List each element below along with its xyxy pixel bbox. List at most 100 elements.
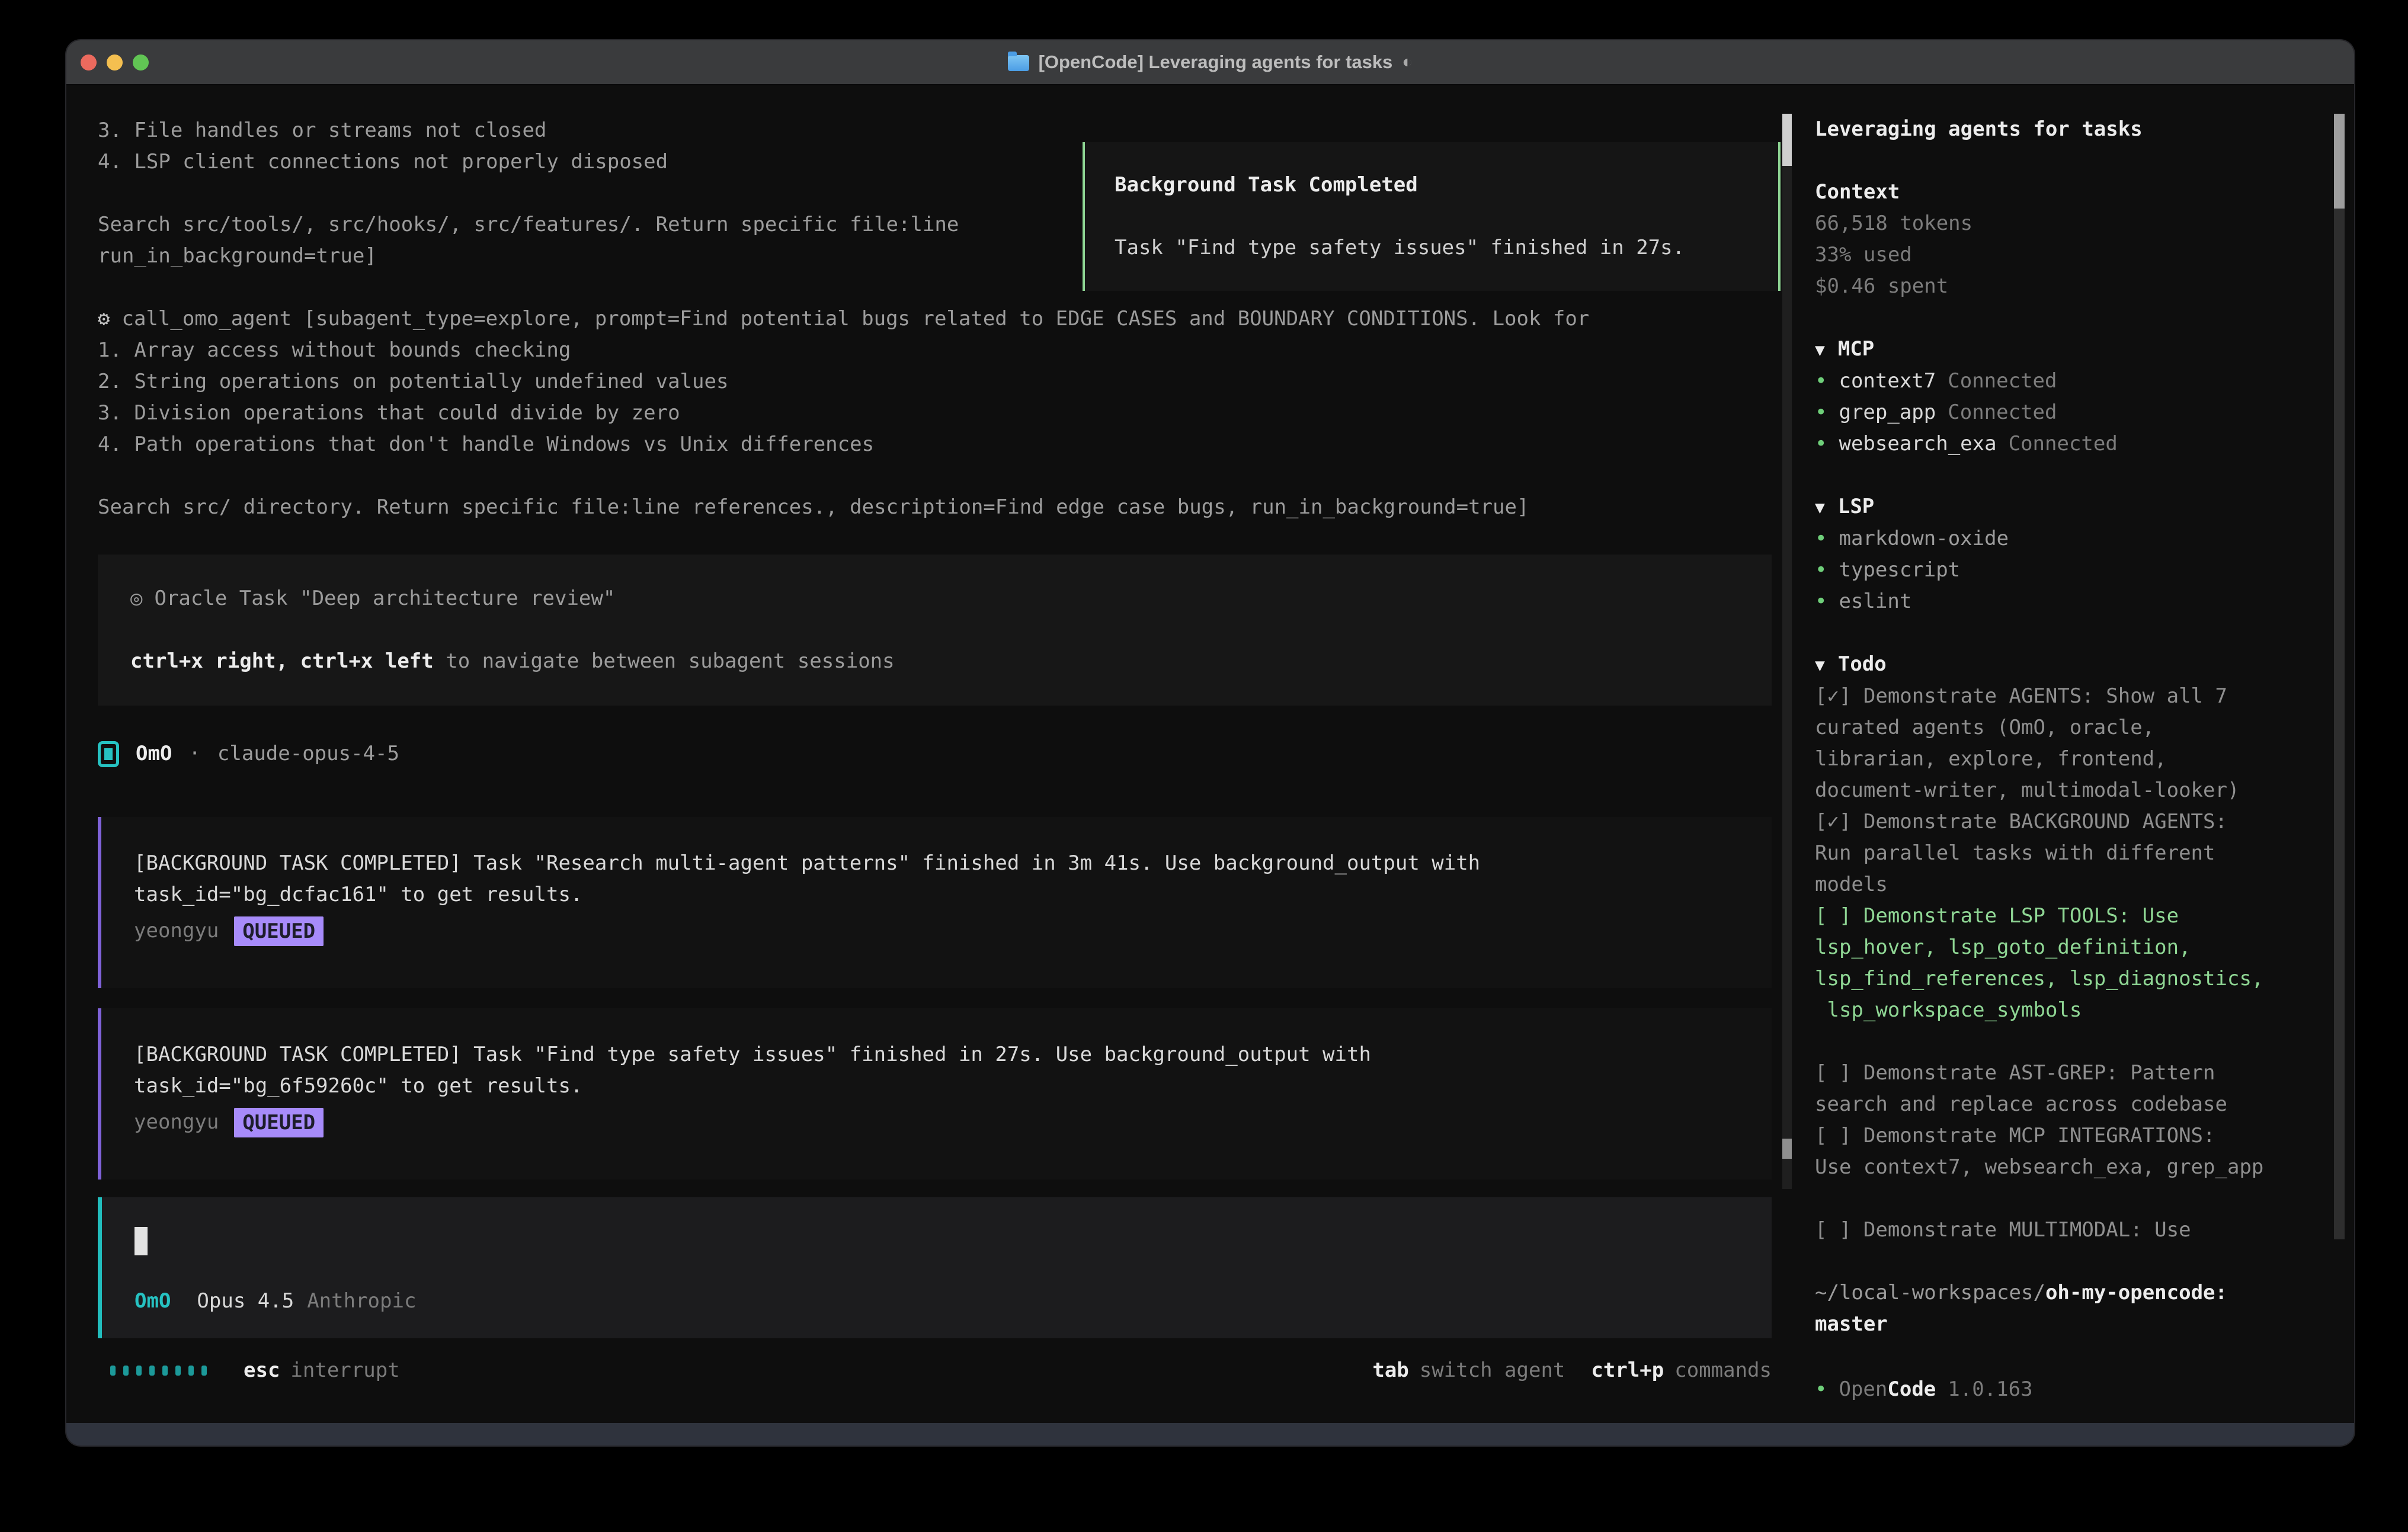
tool-call-message: ⚙call_omo_agent [subagent_type=explore, … bbox=[98, 303, 1740, 523]
hint-description: to navigate between subagent sessions bbox=[434, 649, 895, 673]
chat-scrollbar-thumb-bottom[interactable] bbox=[1782, 1139, 1792, 1159]
subagent-nav-hint: ctrl+x right, ctrl+x left to navigate be… bbox=[130, 646, 1739, 677]
chat-scrollbar-track[interactable] bbox=[1782, 114, 1792, 1189]
task-author: yeongyu bbox=[134, 915, 219, 947]
status-dot-icon: • bbox=[1815, 397, 1827, 428]
status-dot-icon: • bbox=[1815, 428, 1827, 460]
title-bar: [OpenCode] Leveraging agents for tasks ◐ bbox=[66, 40, 2354, 85]
activity-dots-indicator bbox=[110, 1366, 207, 1376]
chat-pane: 3. File handles or streams not closed 4.… bbox=[66, 85, 1801, 1423]
agent-model: claude-opus-4-5 bbox=[217, 738, 399, 770]
esc-key-hint: esc bbox=[244, 1355, 280, 1386]
mcp-section-header[interactable]: ▼MCP bbox=[1815, 334, 2277, 366]
folder-icon bbox=[1008, 55, 1029, 71]
mcp-status: Connected bbox=[2009, 428, 2118, 460]
agent-header: OmO · claude-opus-4-5 bbox=[98, 738, 1801, 770]
tab-key-hint: tab bbox=[1372, 1355, 1408, 1386]
dot-separator: · bbox=[188, 738, 200, 770]
chevron-down-icon: ▼ bbox=[1815, 340, 1825, 360]
context-used: 33% used bbox=[1815, 239, 2277, 271]
oracle-task-panel: ◎Oracle Task "Deep architecture review" … bbox=[98, 555, 1772, 706]
window-title: [OpenCode] Leveraging agents for tasks bbox=[1039, 52, 1393, 73]
lsp-section: ▼LSP • markdown-oxide • typescript • esl… bbox=[1815, 491, 2277, 617]
background-task-toast[interactable]: Background Task Completed Task "Find typ… bbox=[1083, 142, 1781, 291]
context-spent: $0.46 spent bbox=[1815, 271, 2277, 302]
lsp-item: • markdown-oxide bbox=[1815, 523, 2277, 555]
mcp-name: context7 bbox=[1839, 366, 1936, 397]
ctrlp-key-label: commands bbox=[1674, 1355, 1772, 1386]
opencode-terminal-window: [OpenCode] Leveraging agents for tasks ◐… bbox=[66, 40, 2354, 1446]
workspace-path: ~/local-workspaces/oh-my-opencode:master bbox=[1815, 1277, 2289, 1340]
status-dot-icon: • bbox=[1815, 555, 1827, 586]
window-bottom-bar bbox=[66, 1423, 2354, 1446]
todo-section-header[interactable]: ▼Todo bbox=[1815, 649, 2277, 681]
status-bar: esc interrupt tab switch agent ctrl+p co… bbox=[98, 1355, 1772, 1386]
session-title: Leveraging agents for tasks bbox=[1815, 114, 2277, 145]
window-title-group: [OpenCode] Leveraging agents for tasks ◐ bbox=[1008, 52, 1413, 73]
sidebar-scrollbar-track[interactable] bbox=[2334, 114, 2345, 1239]
agent-name: OmO bbox=[136, 738, 172, 770]
toast-body: Task "Find type safety issues" finished … bbox=[1115, 232, 1749, 264]
input-model-name: Opus 4.5 bbox=[197, 1286, 294, 1317]
context-tokens: 66,518 tokens bbox=[1815, 208, 2277, 239]
status-dot-icon: • bbox=[1815, 1374, 1827, 1405]
lsp-item: • eslint bbox=[1815, 586, 2277, 617]
mcp-section: ▼MCP • context7 Connected • grep_app Con… bbox=[1815, 334, 2277, 460]
status-dot-icon: • bbox=[1815, 366, 1827, 397]
lsp-name: eslint bbox=[1839, 586, 1911, 617]
chevron-down-icon: ▼ bbox=[1815, 498, 1825, 517]
close-window-button[interactable] bbox=[81, 55, 97, 70]
lsp-name: typescript bbox=[1839, 555, 1960, 586]
gear-icon: ⚙ bbox=[98, 307, 110, 331]
task-message-text: [BACKGROUND TASK COMPLETED] Task "Resear… bbox=[134, 848, 1739, 911]
input-meta-row: OmO Opus 4.5 Anthropic bbox=[135, 1286, 1739, 1317]
toast-title: Background Task Completed bbox=[1115, 169, 1749, 201]
context-section: Context 66,518 tokens 33% used $0.46 spe… bbox=[1815, 177, 2277, 302]
oracle-icon: ◎ bbox=[130, 586, 142, 610]
todo-section: ▼Todo [✓] Demonstrate AGENTS: Show all 7… bbox=[1815, 649, 2277, 1246]
lsp-name: markdown-oxide bbox=[1839, 523, 2009, 555]
app-version-number: 1.0.163 bbox=[1948, 1374, 2032, 1405]
agent-checkbox-icon bbox=[98, 741, 119, 767]
todo-item: [ ] Demonstrate AST-GREP: Pattern search… bbox=[1815, 1057, 2277, 1120]
mcp-item: • grep_app Connected bbox=[1815, 397, 2277, 428]
app-version-row: • OpenCode 1.0.163 bbox=[1815, 1374, 2033, 1405]
input-provider-name: Anthropic bbox=[307, 1286, 416, 1317]
todo-item: [ ] Demonstrate LSP TOOLS: Use lsp_hover… bbox=[1815, 900, 2277, 1026]
input-agent-name: OmO bbox=[135, 1286, 171, 1317]
half-moon-busy-icon: ◐ bbox=[1402, 52, 1413, 72]
todo-item: [✓] Demonstrate BACKGROUND AGENTS: Run p… bbox=[1815, 806, 2277, 900]
window-controls bbox=[81, 40, 149, 84]
prompt-input-line[interactable] bbox=[135, 1225, 1739, 1256]
status-dot-icon: • bbox=[1815, 586, 1827, 617]
context-heading: Context bbox=[1815, 177, 2277, 208]
background-task-message: [BACKGROUND TASK COMPLETED] Task "Find t… bbox=[98, 1008, 1772, 1180]
mcp-name: websearch_exa bbox=[1839, 428, 1996, 460]
lsp-section-header[interactable]: ▼LSP bbox=[1815, 491, 2277, 523]
mcp-status: Connected bbox=[1948, 366, 2057, 397]
workspace-path-prefix: ~/local-workspaces/ bbox=[1815, 1281, 2045, 1305]
esc-key-label: interrupt bbox=[290, 1355, 399, 1386]
task-message-text: [BACKGROUND TASK COMPLETED] Task "Find t… bbox=[134, 1039, 1739, 1102]
queued-status-badge: QUEUED bbox=[234, 916, 324, 946]
text-cursor bbox=[135, 1227, 148, 1255]
todo-item: [ ] Demonstrate MCP INTEGRATIONS: Use co… bbox=[1815, 1120, 2277, 1183]
tool-call-text: call_omo_agent [subagent_type=explore, p… bbox=[98, 307, 1589, 519]
zoom-window-button[interactable] bbox=[133, 55, 149, 70]
lsp-item: • typescript bbox=[1815, 555, 2277, 586]
mcp-name: grep_app bbox=[1839, 397, 1936, 428]
mcp-item: • context7 Connected bbox=[1815, 366, 2277, 397]
prompt-input[interactable]: OmO Opus 4.5 Anthropic bbox=[98, 1197, 1772, 1338]
background-task-message: [BACKGROUND TASK COMPLETED] Task "Resear… bbox=[98, 817, 1772, 988]
queued-status-badge: QUEUED bbox=[234, 1108, 324, 1137]
ctrlp-key-hint: ctrl+p bbox=[1591, 1355, 1664, 1386]
minimize-window-button[interactable] bbox=[107, 55, 123, 70]
app-name: OpenCode bbox=[1839, 1374, 1936, 1405]
hint-keybindings: ctrl+x right, ctrl+x left bbox=[130, 649, 434, 673]
mcp-status: Connected bbox=[1948, 397, 2057, 428]
task-author: yeongyu bbox=[134, 1107, 219, 1138]
todo-item: [✓] Demonstrate AGENTS: Show all 7 curat… bbox=[1815, 681, 2277, 806]
status-dot-icon: • bbox=[1815, 523, 1827, 555]
sidebar-scrollbar-thumb[interactable] bbox=[2334, 114, 2345, 209]
chat-scrollbar-thumb-top[interactable] bbox=[1782, 114, 1792, 166]
